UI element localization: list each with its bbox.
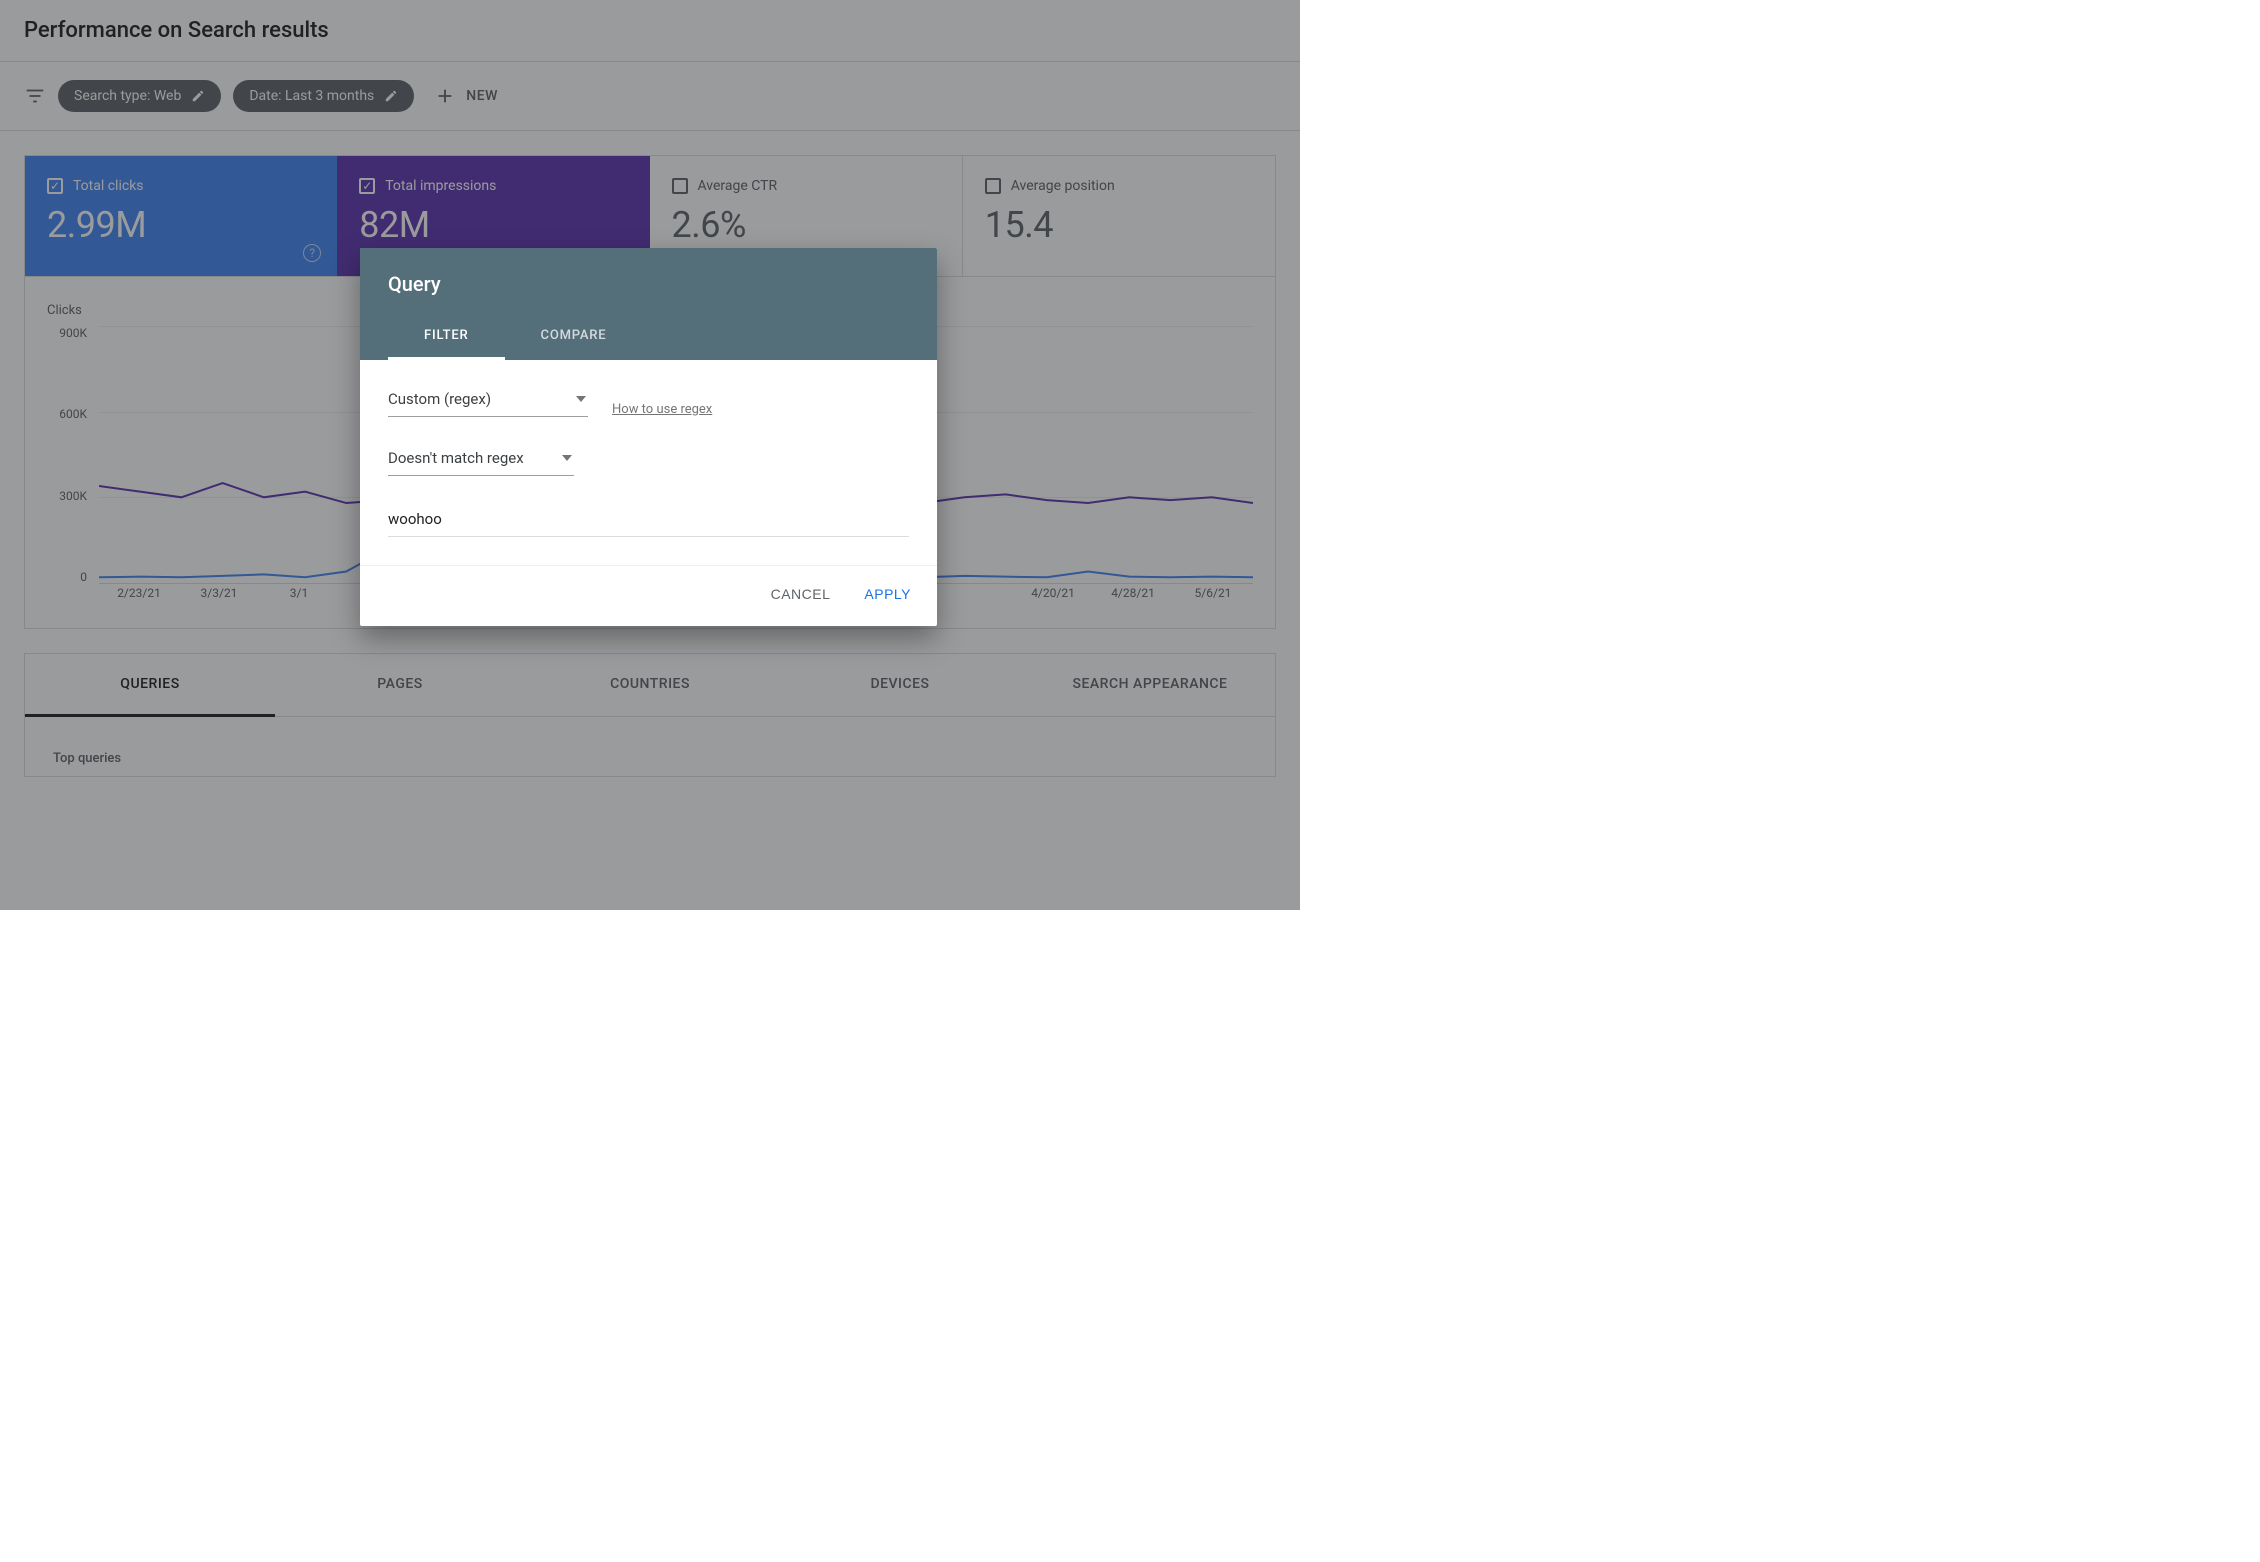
select-match-mode[interactable]: Doesn't match regex (388, 443, 574, 476)
link-how-to-use-regex[interactable]: How to use regex (612, 402, 712, 417)
dialog-tab-filter[interactable]: FILTER (388, 314, 505, 360)
chevron-down-icon (576, 396, 586, 402)
dialog-body: Custom (regex) How to use regex Doesn't … (360, 360, 937, 565)
select-match-mode-value: Doesn't match regex (388, 449, 524, 467)
cancel-button[interactable]: CANCEL (767, 580, 835, 608)
page-root: Performance on Search results Search typ… (0, 0, 1300, 910)
dialog-actions: CANCEL APPLY (360, 565, 937, 626)
apply-button[interactable]: APPLY (860, 580, 915, 608)
dialog-header: Query FILTER COMPARE (360, 248, 937, 360)
chevron-down-icon (562, 455, 572, 461)
query-dialog: Query FILTER COMPARE Custom (regex) How … (360, 248, 937, 626)
dialog-tabs: FILTER COMPARE (388, 314, 909, 360)
select-filter-mode-value: Custom (regex) (388, 390, 491, 408)
query-regex-input[interactable] (388, 502, 909, 537)
dialog-tab-compare[interactable]: COMPARE (505, 314, 643, 360)
select-filter-mode[interactable]: Custom (regex) (388, 384, 588, 417)
dialog-title: Query (388, 272, 909, 296)
